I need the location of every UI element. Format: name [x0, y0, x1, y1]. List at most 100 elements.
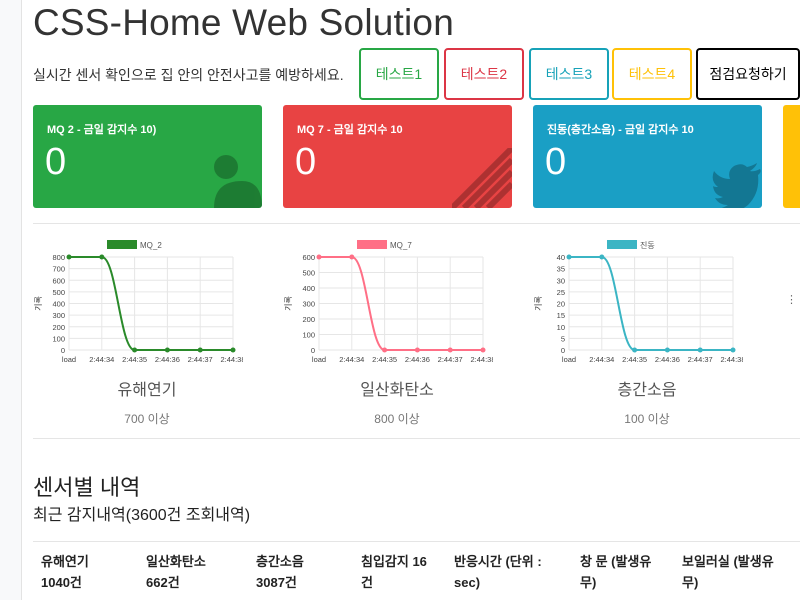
- table-top-border: [33, 541, 800, 542]
- chart-name-smoke: 유해연기: [117, 382, 177, 399]
- x-tick-label: 2:44:35: [372, 355, 397, 364]
- section-subtitle: 최근 감지내역(3600건 조회내역): [33, 507, 251, 524]
- y-tick-label: 100: [302, 331, 315, 340]
- data-point: [599, 254, 605, 260]
- divider: [33, 438, 800, 439]
- table-header-smoke[interactable]: 유해연기 1040건: [41, 551, 89, 593]
- table-header-noise[interactable]: 층간소음 3087건: [256, 551, 304, 593]
- x-tick-label: 2:44:37: [188, 355, 213, 364]
- table-header-intrusion[interactable]: 침입감지 16 건: [361, 551, 427, 593]
- y-tick-label: 400: [52, 300, 65, 309]
- side-label: ⋮: [786, 294, 797, 306]
- mq2-chart: MQ_2 0 100 200 300 400 500 600 700 800 기록 load 2:44:…: [34, 240, 243, 364]
- twitter-icon: [712, 163, 761, 208]
- vibration-chart: 진동 0 5 10 15 20 25 30 35 40 기록 load 2:44:34 2:44:35 2:…: [534, 240, 743, 364]
- table-header-boiler[interactable]: 보일러실 (발생유 무): [682, 551, 774, 593]
- page-title: CSS-Home Web Solution: [33, 2, 454, 43]
- y-tick-label: 300: [52, 311, 65, 320]
- legend-swatch: [607, 240, 637, 249]
- data-point: [480, 347, 486, 353]
- x-tick-label: 2:44:36: [655, 355, 680, 364]
- table-header-window[interactable]: 창 문 (발생유 무): [580, 551, 651, 593]
- mq7-card: MQ 7 - 금일 감지수 10 0: [283, 105, 512, 208]
- y-tick-label: 300: [302, 300, 315, 309]
- data-point: [382, 347, 388, 353]
- x-tick-label: 2:44:37: [688, 355, 713, 364]
- test4-button[interactable]: 테스트4: [612, 48, 692, 100]
- test2-button[interactable]: 테스트2: [444, 48, 524, 100]
- x-tick-label: 2:44:37: [438, 355, 463, 364]
- x-tick-label: 2:44:36: [405, 355, 430, 364]
- chart-threshold-co: 800 이상: [374, 412, 420, 426]
- chart-name-co: 일산화탄소: [360, 382, 434, 399]
- legend-label: MQ_2: [140, 241, 162, 250]
- y-tick-label: 25: [557, 288, 565, 297]
- y-tick-label: 200: [302, 315, 315, 324]
- page-subtitle: 실시간 센서 확인으로 집 안의 안전사고를 예방하세요.: [33, 67, 344, 83]
- x-tick-label: 2:44:38: [720, 355, 743, 364]
- y-tick-label: 0: [311, 346, 315, 355]
- y-tick-label: 15: [557, 311, 565, 320]
- card-title: MQ 7 - 금일 감지수 10: [297, 124, 403, 136]
- y-axis-label: 기록: [534, 296, 543, 311]
- y-tick-label: 35: [557, 265, 565, 274]
- left-sidebar: [0, 0, 22, 600]
- x-tick-label: 2:44:38: [220, 355, 243, 364]
- data-point: [197, 347, 203, 353]
- test3-button[interactable]: 테스트3: [529, 48, 609, 100]
- data-point: [414, 347, 420, 353]
- x-tick-label: 2:44:38: [470, 355, 493, 364]
- vibration-card: 진동(층간소음) - 금일 감지수 10 0: [533, 105, 762, 208]
- data-point: [664, 347, 670, 353]
- y-tick-label: 10: [557, 323, 565, 332]
- mq2-card: MQ 2 - 금일 감지수 10) 0: [33, 105, 262, 208]
- y-tick-label: 5: [561, 334, 565, 343]
- data-point: [349, 254, 355, 260]
- data-point: [566, 254, 572, 260]
- card-title: MQ 2 - 금일 감지수 10): [47, 124, 157, 136]
- data-point: [164, 347, 170, 353]
- card-value: 0: [45, 141, 67, 183]
- y-axis-label: 기록: [34, 296, 43, 311]
- data-point: [99, 254, 105, 260]
- data-point: [66, 254, 72, 260]
- data-point: [632, 347, 638, 353]
- legend-swatch: [357, 240, 387, 249]
- mq7-chart: MQ_7 0 100 200 300 400 500 600 기록 load 2:44:34 2:44…: [284, 240, 493, 364]
- stripes-icon: [452, 148, 512, 208]
- inspection-request-button[interactable]: 점검요청하기: [696, 48, 800, 100]
- section-title: 센서별 내역: [33, 475, 141, 500]
- y-tick-label: 200: [52, 323, 65, 332]
- y-tick-label: 600: [52, 276, 65, 285]
- y-tick-label: 40: [557, 253, 565, 262]
- table-header-response[interactable]: 반응시간 (단위 : sec): [454, 551, 542, 593]
- divider: [33, 223, 800, 224]
- card-title: 진동(층간소음) - 금일 감지수 10: [547, 124, 694, 136]
- legend-swatch: [107, 240, 137, 249]
- test1-button[interactable]: 테스트1: [359, 48, 439, 100]
- y-axis-label: 기록: [284, 296, 293, 311]
- chart-name-noise: 층간소음: [617, 382, 677, 399]
- x-tick-label: load: [562, 355, 576, 364]
- data-point: [697, 347, 703, 353]
- user-icon: [214, 155, 262, 208]
- data-point: [230, 347, 236, 353]
- y-tick-label: 600: [302, 253, 315, 262]
- legend-label: 진동: [640, 240, 655, 250]
- data-point: [447, 347, 453, 353]
- legend-label: MQ_7: [390, 241, 412, 250]
- table-header-co[interactable]: 일산화탄소 662건: [146, 551, 206, 593]
- y-tick-label: 0: [561, 346, 565, 355]
- card-value: 0: [545, 141, 567, 183]
- y-tick-label: 400: [302, 284, 315, 293]
- data-point: [316, 254, 322, 260]
- y-tick-label: 100: [52, 334, 65, 343]
- y-tick-label: 30: [557, 276, 565, 285]
- x-tick-label: load: [312, 355, 326, 364]
- chart-threshold-noise: 100 이상: [624, 412, 670, 426]
- x-tick-label: 2:44:34: [339, 355, 364, 364]
- y-tick-label: 500: [52, 288, 65, 297]
- x-tick-label: load: [62, 355, 76, 364]
- x-tick-label: 2:44:35: [622, 355, 647, 364]
- data-point: [730, 347, 736, 353]
